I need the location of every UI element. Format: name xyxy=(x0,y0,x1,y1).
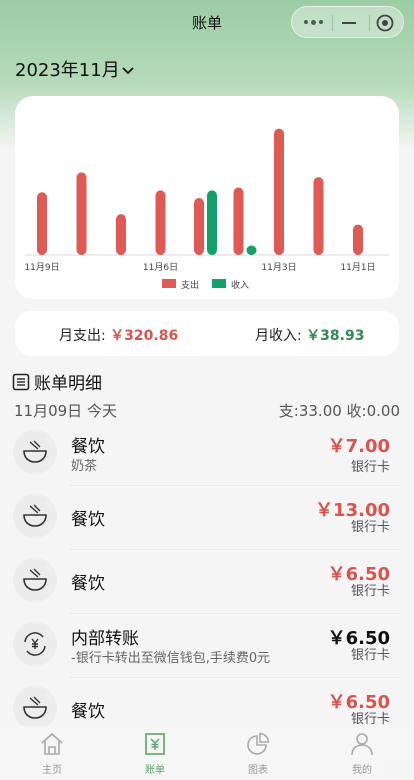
chart-card: 11月9日 11月6日 11月3日 11月1日支出 收入 xyxy=(15,96,399,299)
chevron-down-icon xyxy=(122,67,134,75)
monthly-expense: 月支出: ￥320.86 xyxy=(59,325,178,345)
mini-program-capsule xyxy=(291,6,404,38)
expense-bar[interactable] xyxy=(313,177,324,255)
transaction-item[interactable]: 内部转账 -银行卡转出至微信钱包,手续费0元 ￥6.50 银行卡 xyxy=(0,614,414,678)
item-category: 餐饮 xyxy=(71,574,105,594)
expense-bar[interactable] xyxy=(76,172,87,255)
item-amount: ￥7.00 xyxy=(327,436,390,457)
monthly-income-value: ￥38.93 xyxy=(306,328,365,344)
item-category: 餐饮 xyxy=(71,437,105,457)
item-account: 银行卡 xyxy=(350,460,390,475)
legend-label: 支出 xyxy=(181,279,199,291)
expense-bar[interactable] xyxy=(155,190,166,255)
legend-label: 收入 xyxy=(231,279,249,291)
expense-bar[interactable] xyxy=(274,128,284,255)
bowl-icon xyxy=(13,686,57,730)
expense-bar[interactable] xyxy=(233,187,244,255)
user-icon xyxy=(351,733,373,756)
item-account: 银行卡 xyxy=(350,648,390,663)
bowl-icon xyxy=(13,558,57,602)
x-tick-label: 11月9日 xyxy=(24,262,59,273)
monthly-income: 月收入: ￥38.93 xyxy=(255,325,364,345)
month-picker[interactable]: 2023年11月 xyxy=(15,56,134,82)
income-bar[interactable] xyxy=(207,190,217,255)
expense-bar[interactable] xyxy=(353,224,363,255)
monthly-expense-label: 月支出: xyxy=(59,328,106,344)
bill-icon xyxy=(145,733,165,755)
details-title: 账单明细 xyxy=(34,374,102,394)
item-account: 银行卡 xyxy=(350,584,390,599)
tab-bar: 主页 账单 图表 我的 xyxy=(0,726,414,780)
item-category: 餐饮 xyxy=(71,702,105,722)
item-category: 内部转账 xyxy=(71,629,139,649)
item-account: 银行卡 xyxy=(350,712,390,727)
bowl-icon xyxy=(13,430,57,474)
pie-chart-icon xyxy=(247,732,270,755)
month-label: 2023年11月 xyxy=(15,60,120,81)
expense-bar[interactable] xyxy=(37,192,47,255)
x-tick-label: 11月1日 xyxy=(340,262,375,273)
monthly-income-label: 月收入: xyxy=(255,328,302,344)
x-tick-label: 11月3日 xyxy=(261,262,296,273)
list-icon xyxy=(12,373,30,390)
monthly-expense-value: ￥320.86 xyxy=(110,328,179,344)
more-icon[interactable] xyxy=(304,17,328,27)
tab-home[interactable]: 主页 xyxy=(22,732,82,776)
monthly-summary-card: 月支出: ￥320.86 月收入: ￥38.93 xyxy=(15,311,399,356)
tab-me-label: 我的 xyxy=(352,765,372,776)
income-bar[interactable] xyxy=(246,245,257,256)
item-account: 银行卡 xyxy=(350,520,390,535)
yuan-transfer-icon xyxy=(13,622,57,666)
tab-me[interactable]: 我的 xyxy=(332,732,392,776)
tab-bill-label: 账单 xyxy=(145,765,165,776)
details-section-title: 账单明细 xyxy=(12,369,102,394)
expense-bar[interactable] xyxy=(116,214,126,255)
tab-bill[interactable]: 账单 xyxy=(125,732,185,776)
daily-bar-chart: 11月9日 11月6日 11月3日 11月1日支出 收入 xyxy=(24,128,389,291)
minimize-icon[interactable] xyxy=(342,22,356,24)
tab-chart-label: 图表 xyxy=(248,765,268,776)
tab-chart[interactable]: 图表 xyxy=(228,732,288,776)
day-date: 11月09日 今天 xyxy=(14,402,117,420)
home-icon xyxy=(41,732,63,755)
x-tick-label: 11月6日 xyxy=(143,262,178,273)
tab-home-label: 主页 xyxy=(42,765,62,776)
expense-bar[interactable] xyxy=(194,198,204,255)
navigation-bar: 账单 xyxy=(0,0,414,44)
transaction-item[interactable]: 餐饮 奶茶 ￥7.00 银行卡 xyxy=(0,422,414,486)
item-category: 餐饮 xyxy=(71,510,105,530)
bowl-icon xyxy=(13,494,57,538)
transaction-item[interactable]: 餐饮 ￥6.50 银行卡 xyxy=(0,550,414,614)
day-summary: 支:33.00 收:0.00 xyxy=(278,402,400,420)
legend-swatch xyxy=(162,279,176,288)
legend-swatch xyxy=(212,279,226,288)
close-target-icon[interactable] xyxy=(376,14,394,32)
item-note: 奶茶 xyxy=(71,459,98,474)
transaction-item[interactable]: 餐饮 ￥13.00 银行卡 xyxy=(0,486,414,550)
item-note: -银行卡转出至微信钱包,手续费0元 xyxy=(71,651,271,666)
day-header: 11月09日 今天 支:33.00 收:0.00 xyxy=(14,400,400,421)
